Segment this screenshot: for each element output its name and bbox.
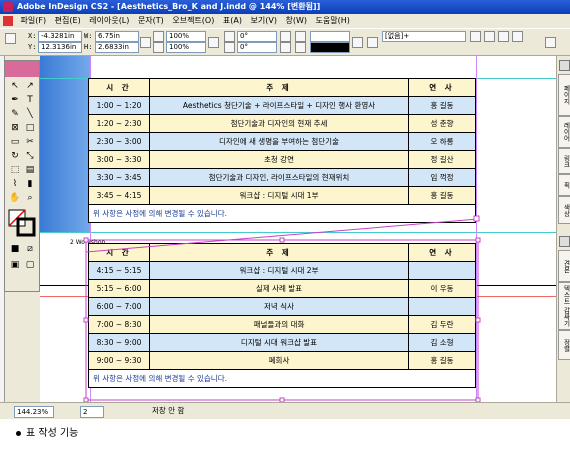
zoom-tool-icon[interactable]: ⌕ [23,192,37,204]
panel-tab-align[interactable]: 정렬 [558,330,570,360]
gradient-tool-icon[interactable]: ▤ [23,164,37,176]
selection-handle[interactable] [83,237,89,243]
selection-handle[interactable] [475,317,481,323]
panel-tab-stroke[interactable]: 획 [558,174,570,196]
eyedropper-tool-icon[interactable]: ⌇ [8,178,22,190]
bullet-icon [16,430,21,436]
panel-collapse-icon[interactable] [559,60,570,71]
selection-handle[interactable] [83,317,89,323]
preview-view-icon[interactable]: ▢ [23,259,37,271]
indesign-window: Adobe InDesign CS2 - [Aesthetics_Bro_K a… [0,0,570,419]
scissors-tool-icon[interactable]: ✂ [23,136,37,148]
text-thread-line [85,218,479,253]
selection-frame[interactable] [85,239,479,401]
free-transform-tool-icon[interactable]: ⬚ [8,164,22,176]
hand-tool-icon[interactable]: ✋ [8,192,22,204]
status-bar: 144.23% 2 저장 안 함 [0,402,570,419]
fill-stroke-swatch-icon[interactable] [8,209,36,237]
panel-tab-text-wrap[interactable]: 텍스트 감싸기 [558,282,570,330]
button-tool-icon[interactable]: ▭ [8,136,22,148]
selection-handle[interactable] [279,237,285,243]
selection-tool-icon[interactable]: ↖ [8,80,22,92]
panel-tab-layers[interactable]: 레이어 [558,116,570,148]
type-tool-icon[interactable]: T [23,94,37,106]
direct-selection-tool-icon[interactable]: ↗ [23,80,37,92]
caption: 표 작성 기능 [16,424,78,439]
tools-panel: ↖ ↗ ✒ T ✎ ╲ ⊠ □ ▭ ✂ ↻ ⤡ ⬚ ▤ ⌇ ▮ ✋ ⌕ ■ ⧄ … [4,60,40,292]
panel-tab-swatches[interactable]: 견본 [558,250,570,282]
normal-view-icon[interactable]: ▣ [8,259,22,271]
measure-tool-icon[interactable]: ▮ [23,178,37,190]
panel-tab-color[interactable]: 색상 [558,196,570,224]
rotate-tool-icon[interactable]: ↻ [8,150,22,162]
save-state-text: 저장 안 함 [152,406,185,415]
rectangle-frame-tool-icon[interactable]: ⊠ [8,122,22,134]
panel-tab-links[interactable]: 링크 [558,148,570,174]
caption-text: 표 작성 기능 [26,428,79,439]
panel-dock: 페이지 레이어 링크 획 색상 견본 텍스트 감싸기 정렬 [556,56,570,402]
page-field[interactable]: 2 [80,406,104,418]
apply-color-icon[interactable]: ■ [8,243,22,255]
selection-handle[interactable] [475,237,481,243]
pen-tool-icon[interactable]: ✒ [8,94,22,106]
apply-none-icon[interactable]: ⧄ [23,243,37,255]
panel-tab-pages[interactable]: 페이지 [558,74,570,116]
pencil-tool-icon[interactable]: ✎ [8,108,22,120]
line-tool-icon[interactable]: ╲ [23,108,37,120]
panel-collapse-icon[interactable] [559,236,570,247]
selection-overlay [83,215,481,403]
scale-tool-icon[interactable]: ⤡ [23,150,37,162]
zoom-field[interactable]: 144.23% [14,406,54,418]
out-port[interactable] [473,215,480,222]
tools-panel-header[interactable] [5,61,39,77]
rectangle-tool-icon[interactable]: □ [23,122,37,134]
